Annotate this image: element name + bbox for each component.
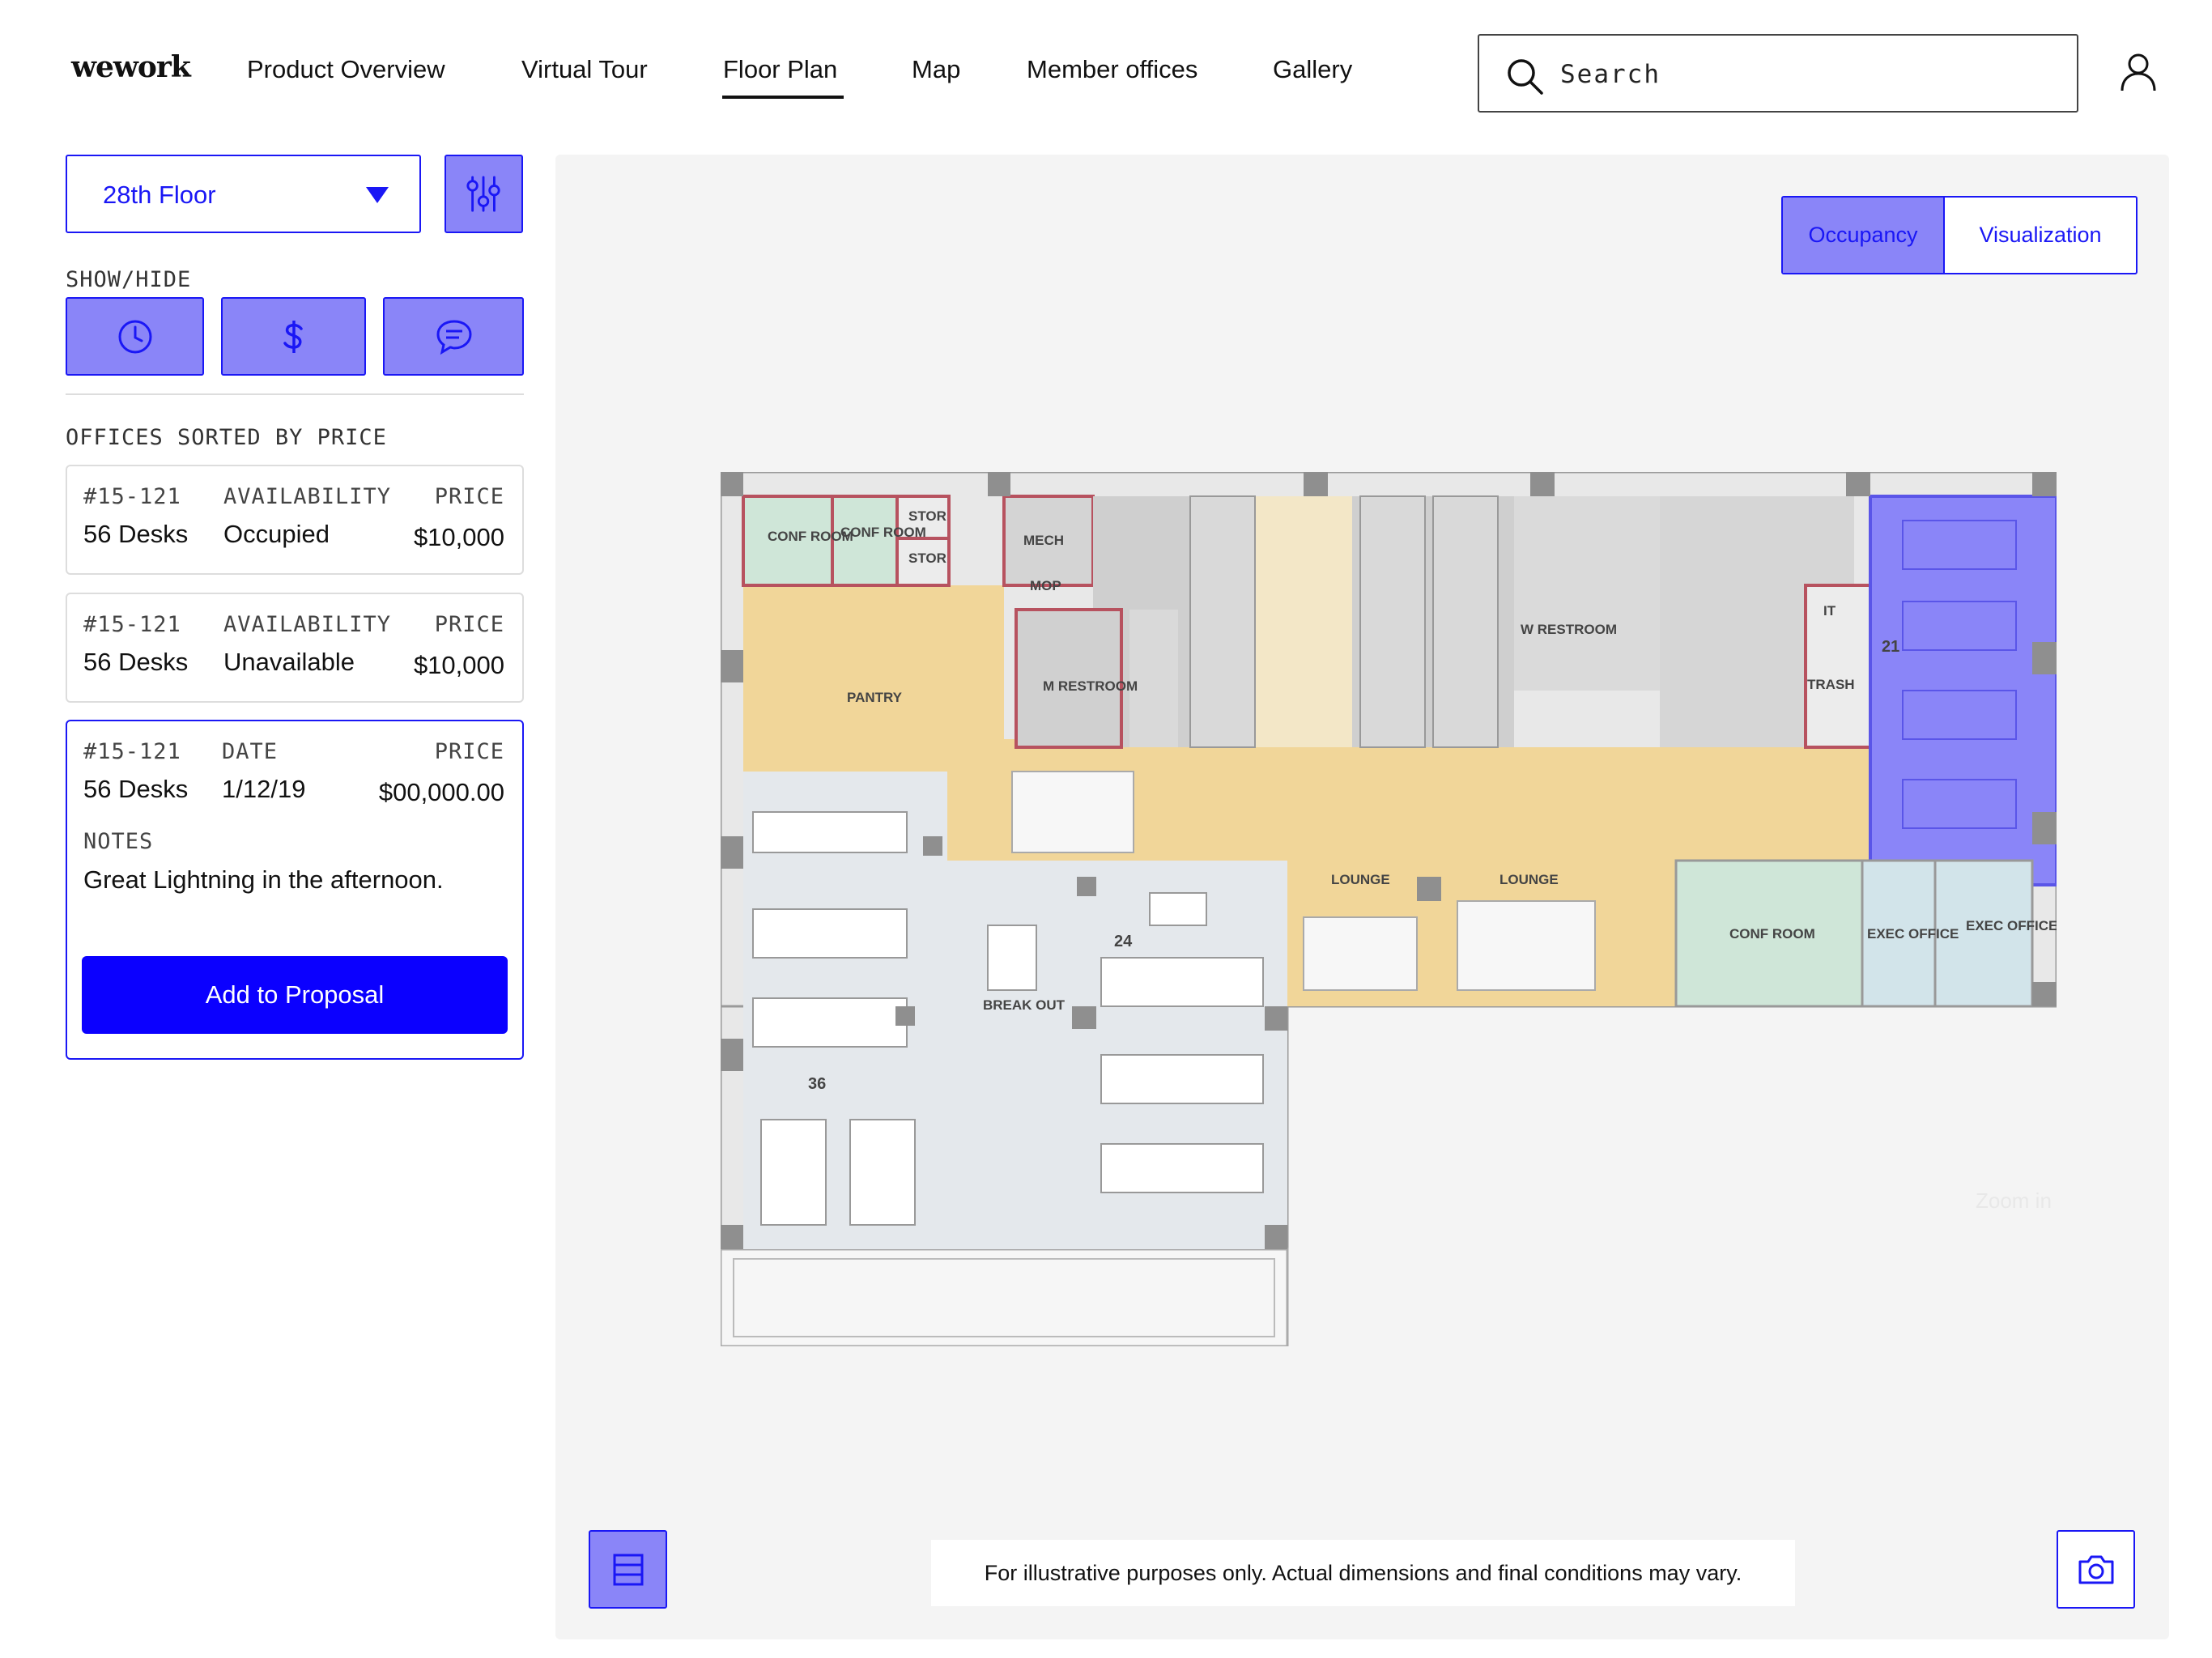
nav-virtual-tour[interactable]: Virtual Tour — [521, 55, 648, 84]
nav-floor-plan[interactable]: Floor Plan — [723, 55, 837, 84]
room-label: IT — [1823, 603, 1836, 619]
desk-count: 56 Desks — [83, 520, 189, 548]
add-to-proposal-button[interactable]: Add to Proposal — [82, 956, 508, 1034]
price-value: $00,000.00 — [378, 778, 504, 806]
desk-count-label: 24 — [1114, 933, 1133, 950]
room-label: M RESTROOM — [1043, 678, 1138, 694]
floor-select-value: 28th Floor — [103, 181, 216, 209]
occupancy-tab[interactable]: Occupancy — [1783, 198, 1945, 273]
w-restroom — [1514, 496, 1660, 691]
room-label: TRASH — [1807, 677, 1855, 692]
room-label: PANTRY — [847, 690, 903, 705]
office-id: #15-121 — [83, 612, 181, 637]
floorplan-map[interactable]: CONF ROOM CONF ROOM STOR STOR MECH MOP M… — [721, 472, 2057, 1346]
availability-label: AVAILABILITY — [223, 612, 392, 637]
wework-logo[interactable]: wework — [71, 50, 191, 84]
floor-select[interactable]: 28th Floor — [66, 155, 421, 233]
desk-count: 56 Desks — [83, 775, 189, 803]
price-value: $10,000 — [413, 651, 504, 679]
nav-map[interactable]: Map — [912, 55, 960, 84]
view-toggle[interactable]: Occupancy Visualization — [1781, 196, 2138, 274]
room-label: BREAK OUT — [983, 997, 1066, 1013]
toggle-time-button[interactable] — [66, 297, 204, 376]
availability-label: AVAILABILITY — [223, 484, 392, 509]
offices-heading: OFFICES SORTED BY PRICE — [66, 425, 387, 450]
trash-room — [1804, 584, 1872, 749]
disclaimer: For illustrative purposes only. Actual d… — [931, 1540, 1795, 1606]
desk-count-label: 36 — [808, 1075, 826, 1093]
nav-member-offices[interactable]: Member offices — [1027, 55, 1197, 84]
show-hide-label: SHOW/HIDE — [66, 267, 192, 292]
list-icon — [613, 1554, 644, 1586]
room-label: LOUNGE — [1499, 872, 1559, 887]
room-label: EXEC OFFICE — [1966, 918, 2057, 933]
user-icon[interactable] — [2120, 52, 2157, 92]
nav-gallery[interactable]: Gallery — [1273, 55, 1352, 84]
search-box[interactable] — [1478, 34, 2078, 113]
toggle-notes-button[interactable] — [383, 297, 524, 376]
room-label: LOUNGE — [1331, 872, 1390, 887]
room-label: W RESTROOM — [1521, 622, 1617, 637]
date-value: 1/12/19 — [222, 775, 306, 803]
dollar-icon — [283, 321, 303, 353]
chevron-down-icon — [366, 187, 389, 203]
price-value: $10,000 — [413, 523, 504, 551]
room-label: CONF ROOM — [1729, 926, 1815, 942]
visualization-tab[interactable]: Visualization — [1945, 198, 2136, 273]
notes-text: Great Lightning in the afternoon. — [83, 865, 444, 894]
search-icon — [1508, 59, 1543, 95]
availability-value: Occupied — [223, 520, 330, 548]
search-input[interactable] — [1560, 52, 2054, 97]
availability-value: Unavailable — [223, 648, 355, 676]
clock-icon — [118, 320, 152, 354]
office-card[interactable]: #15-121 AVAILABILITY PRICE 56 Desks Unav… — [66, 593, 524, 703]
office-id: #15-121 — [83, 739, 181, 764]
price-label: PRICE — [434, 612, 504, 637]
room-label: MECH — [1023, 533, 1064, 548]
nav-product-overview[interactable]: Product Overview — [247, 55, 445, 84]
office-id: #15-121 — [83, 484, 181, 509]
room-label: MOP — [1030, 578, 1061, 593]
price-label: PRICE — [434, 739, 504, 764]
sliders-icon — [466, 176, 500, 212]
date-label: DATE — [222, 739, 279, 764]
screenshot-button[interactable] — [2057, 1530, 2135, 1609]
room-label: STOR — [908, 551, 946, 566]
price-label: PRICE — [434, 484, 504, 509]
desk-count-label: 21 — [1882, 638, 1899, 656]
zoom-in-control[interactable]: Zoom in — [1976, 1188, 2052, 1214]
notes-label: NOTES — [83, 829, 154, 854]
camera-icon — [2078, 1555, 2114, 1584]
filter-button[interactable] — [445, 155, 523, 233]
room-label: CONF ROOM — [840, 525, 926, 540]
divider — [66, 393, 524, 395]
desk-count: 56 Desks — [83, 648, 189, 676]
list-view-button[interactable] — [589, 1530, 667, 1609]
office-card[interactable]: #15-121 AVAILABILITY PRICE 56 Desks Occu… — [66, 465, 524, 575]
room-label: STOR — [908, 508, 946, 524]
balcony — [721, 1248, 1289, 1346]
toggle-price-button[interactable] — [221, 297, 366, 376]
chat-icon — [436, 320, 472, 355]
room-label: EXEC OFFICE — [1867, 926, 1959, 942]
nav-active-indicator — [722, 96, 844, 99]
